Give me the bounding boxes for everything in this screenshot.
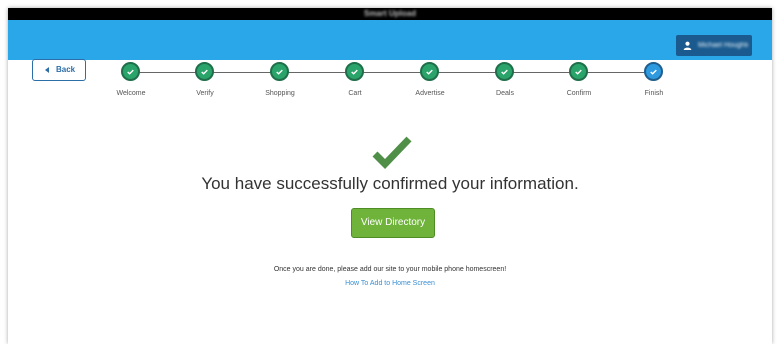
step-label-advertise: Advertise bbox=[415, 90, 445, 97]
check-icon bbox=[276, 69, 283, 75]
header-bar: Michael Houghton bbox=[8, 20, 772, 60]
caret-left-icon bbox=[45, 67, 49, 73]
homescreen-note: Once you are done, please add our site t… bbox=[273, 266, 507, 273]
check-icon bbox=[426, 69, 433, 75]
check-icon bbox=[650, 69, 657, 75]
check-icon bbox=[127, 69, 134, 75]
step-shopping-marker bbox=[270, 62, 289, 81]
large-check-icon bbox=[372, 136, 412, 170]
user-icon bbox=[683, 41, 692, 50]
view-directory-button[interactable]: View Directory bbox=[351, 208, 435, 238]
check-icon bbox=[575, 69, 582, 75]
step-label-shopping: Shopping bbox=[265, 90, 295, 97]
step-label-finish: Finish bbox=[644, 90, 664, 97]
step-label-cart: Cart bbox=[348, 90, 362, 97]
step-label-deals: Deals bbox=[496, 90, 514, 97]
step-welcome-marker bbox=[121, 62, 140, 81]
user-menu-button[interactable]: Michael Houghton bbox=[676, 35, 752, 56]
step-verify-marker bbox=[195, 62, 214, 81]
window-title: Smart Upload bbox=[363, 9, 416, 18]
step-label-welcome: Welcome bbox=[116, 90, 146, 97]
step-label-confirm: Confirm bbox=[566, 90, 592, 97]
check-icon bbox=[201, 69, 208, 75]
step-deals-marker bbox=[495, 62, 514, 81]
check-icon bbox=[351, 69, 358, 75]
step-finish-marker bbox=[644, 62, 663, 81]
check-icon bbox=[501, 69, 508, 75]
window-title-bar: Smart Upload bbox=[8, 8, 772, 20]
how-to-add-home-screen-link[interactable]: How To Add to Home Screen bbox=[8, 280, 772, 287]
back-label: Back bbox=[56, 65, 76, 74]
step-cart-marker bbox=[345, 62, 364, 81]
success-message: You have successfully confirmed your inf… bbox=[201, 174, 579, 193]
step-confirm-marker bbox=[569, 62, 588, 81]
back-button[interactable]: Back bbox=[32, 59, 86, 81]
user-name: Michael Houghton bbox=[698, 42, 748, 49]
step-label-verify: Verify bbox=[196, 90, 214, 97]
app-window: Smart Upload Michael Houghton Back Welco… bbox=[8, 8, 772, 344]
step-advertise-marker bbox=[420, 62, 439, 81]
